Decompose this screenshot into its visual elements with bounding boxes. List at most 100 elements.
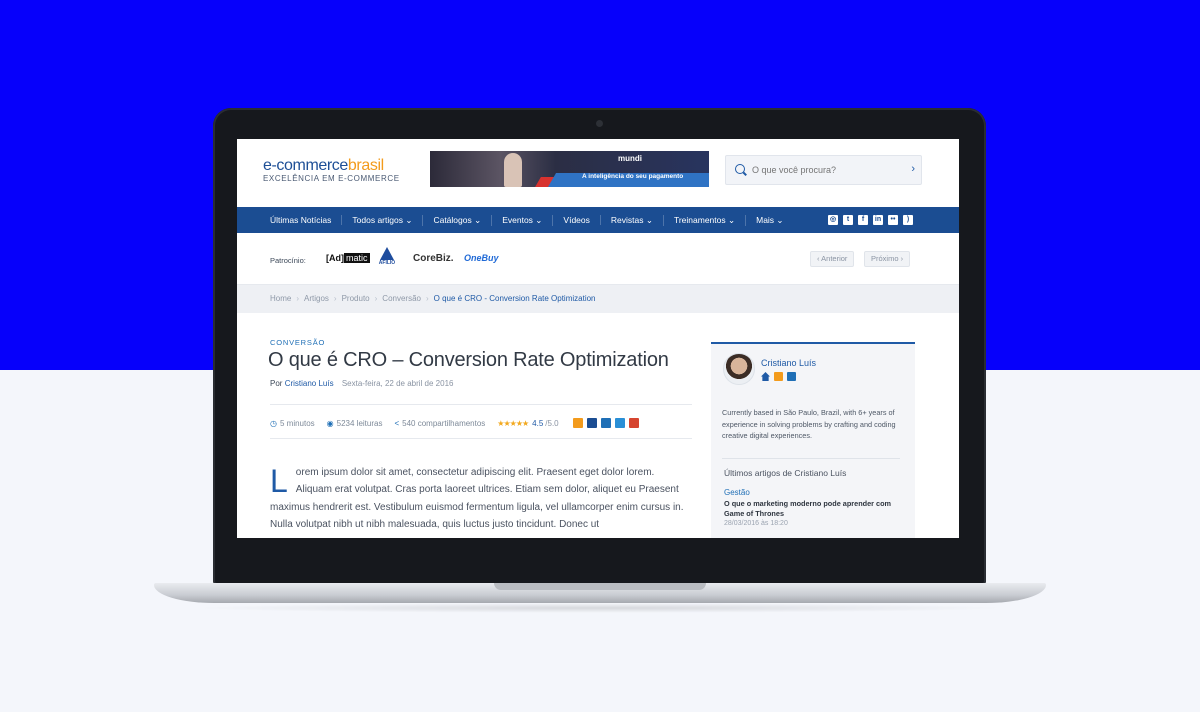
search-icon[interactable] xyxy=(735,164,745,174)
divider xyxy=(270,438,692,439)
latest-article-date: 28/03/2016 às 18:20 xyxy=(724,520,788,527)
facebook-icon[interactable]: f xyxy=(858,215,868,225)
linkedin-icon[interactable] xyxy=(787,372,796,381)
logo-tagline: EXCELÊNCIA EM E-COMMERCE xyxy=(263,174,400,183)
byline-prefix: Por xyxy=(270,379,283,388)
article-byline: Por Cristiano Luís Sexta-feira, 22 de ab… xyxy=(270,379,453,388)
logo-main-text: e-commerce xyxy=(263,157,348,174)
latest-article-category[interactable]: Gestão xyxy=(724,488,750,497)
breadcrumb-separator-icon: › xyxy=(425,294,429,303)
sponsor-bar: Patrocínio: [Ad] matic AFILIO CoreBiz. On… xyxy=(237,233,959,285)
read-time: ◷ 5 minutos xyxy=(270,419,315,428)
sponsor-corebiz[interactable]: CoreBiz. xyxy=(413,253,454,264)
read-count-value: 5234 leituras xyxy=(336,418,383,428)
nav-item-catalogos[interactable]: Catálogos ⌄ xyxy=(423,214,493,226)
clock-icon: ◷ xyxy=(270,418,277,428)
share-count: <540 compartilhamentos xyxy=(394,419,485,428)
rating-max: /5.0 xyxy=(545,418,559,428)
admatic-logo-a: [Ad] xyxy=(326,253,344,263)
facebook-share-icon[interactable] xyxy=(586,418,597,428)
divider xyxy=(722,458,900,459)
email-icon[interactable] xyxy=(774,372,783,381)
browser-viewport: e-commercebrasil EXCELÊNCIA EM E-COMMERC… xyxy=(237,139,959,538)
linkedin-icon[interactable]: in xyxy=(873,215,883,225)
nav-item-todos-artigos[interactable]: Todos artigos ⌄ xyxy=(342,214,424,226)
article-title: O que é CRO – Conversion Rate Optimizati… xyxy=(268,349,669,371)
banner-photo xyxy=(504,153,522,187)
twitter-share-icon[interactable] xyxy=(614,418,625,428)
home-icon[interactable] xyxy=(761,372,770,381)
latest-article-title[interactable]: O que o marketing moderno pode aprender … xyxy=(724,499,904,518)
article-area: CONVERSÃO O que é CRO – Conversion Rate … xyxy=(237,313,959,538)
breadcrumb-produto[interactable]: Produto xyxy=(342,294,370,303)
breadcrumb-separator-icon: › xyxy=(296,294,300,303)
nav-item-videos[interactable]: Vídeos xyxy=(553,215,601,225)
social-links: ◎ t f in •• ) xyxy=(828,215,913,225)
drop-cap: L xyxy=(270,463,288,499)
instagram-icon[interactable]: ◎ xyxy=(828,215,838,225)
twitter-icon[interactable]: t xyxy=(843,215,853,225)
article-body: Lorem ipsum dolor sit amet, consectetur … xyxy=(270,464,692,533)
share-icon: < xyxy=(394,418,400,428)
main-nav: Últimas Notícias Todos artigos ⌄ Catálog… xyxy=(237,207,959,233)
google-plus-share-icon[interactable] xyxy=(628,418,639,428)
previous-button[interactable]: ‹ Anterior xyxy=(810,251,855,267)
search-box[interactable]: › xyxy=(725,155,922,185)
rating-value: 4.5 xyxy=(532,418,544,428)
laptop-shadow xyxy=(190,603,1010,613)
nav-item-eventos[interactable]: Eventos ⌄ xyxy=(492,214,554,226)
author-link[interactable]: Cristiano Luís xyxy=(285,379,334,388)
ad-banner[interactable]: mundi A inteligência do seu pagamento xyxy=(430,151,709,187)
rss-icon[interactable]: ) xyxy=(903,215,913,225)
laptop-notch xyxy=(494,583,706,590)
email-share-icon[interactable] xyxy=(572,418,583,428)
banner-tagline: A inteligência do seu pagamento xyxy=(582,173,684,180)
nav-menu: Últimas Notícias Todos artigos ⌄ Catálog… xyxy=(262,207,794,233)
share-buttons xyxy=(572,418,639,428)
breadcrumb-separator-icon: › xyxy=(374,294,378,303)
camera-icon xyxy=(596,120,603,127)
article-meta: ◷ 5 minutos ◉ 5234 leituras <540 compartil… xyxy=(270,418,639,428)
sponsor-onebuy[interactable]: OneBuy xyxy=(464,253,499,263)
site-logo[interactable]: e-commercebrasil EXCELÊNCIA EM E-COMMERC… xyxy=(263,157,400,183)
divider xyxy=(270,404,692,405)
rating-stars[interactable]: ★★★★★ xyxy=(497,419,529,428)
afilio-logo-text: AFILIO xyxy=(378,260,396,266)
afilio-logo-icon xyxy=(380,247,394,260)
nav-item-revistas[interactable]: Revistas ⌄ xyxy=(601,214,664,226)
sidebar-author-name[interactable]: Cristiano Luís xyxy=(761,358,816,368)
linkedin-share-icon[interactable] xyxy=(600,418,611,428)
article-category[interactable]: CONVERSÃO xyxy=(270,338,325,347)
banner-brand: mundi xyxy=(618,154,642,163)
flickr-icon[interactable]: •• xyxy=(888,215,898,225)
author-sidebar: Cristiano Luís Currently based in São Pa… xyxy=(711,342,915,538)
breadcrumb-artigos[interactable]: Artigos xyxy=(304,294,329,303)
breadcrumb-home[interactable]: Home xyxy=(270,294,291,303)
read-time-value: 5 minutos xyxy=(279,418,315,428)
author-bio: Currently based in São Paulo, Brazil, wi… xyxy=(722,408,896,440)
search-input[interactable] xyxy=(752,162,892,178)
next-button[interactable]: Próximo › xyxy=(864,251,911,267)
author-links xyxy=(761,372,796,381)
eye-icon: ◉ xyxy=(326,418,334,428)
admatic-logo-b: matic xyxy=(344,253,370,263)
read-count: ◉ 5234 leituras xyxy=(327,419,383,428)
article-date: Sexta-feira, 22 de abril de 2016 xyxy=(341,379,454,388)
breadcrumb: Home › Artigos › Produto › Conversão › O… xyxy=(237,285,959,313)
logo-accent-text: brasil xyxy=(347,157,384,174)
article-body-text: orem ipsum dolor sit amet, consectetur a… xyxy=(270,467,684,530)
breadcrumb-separator-icon: › xyxy=(333,294,337,303)
nav-item-mais[interactable]: Mais ⌄ xyxy=(746,215,793,226)
latest-articles-heading: Últimos artigos de Cristiano Luís xyxy=(724,468,847,478)
nav-item-ultimas-noticias[interactable]: Últimas Notícias xyxy=(262,215,343,225)
breadcrumb-current[interactable]: O que é CRO - Conversion Rate Optimizati… xyxy=(434,294,596,303)
breadcrumb-conversao[interactable]: Conversão xyxy=(382,294,421,303)
nav-item-treinamentos[interactable]: Treinamentos ⌄ xyxy=(664,214,747,226)
sponsor-afilio[interactable]: AFILIO xyxy=(377,247,397,266)
site-header: e-commercebrasil EXCELÊNCIA EM E-COMMERC… xyxy=(237,139,959,207)
chevron-right-icon[interactable]: › xyxy=(911,163,915,175)
sponsor-label: Patrocínio: xyxy=(270,256,306,265)
sponsor-admatic[interactable]: [Ad] matic xyxy=(326,253,370,263)
share-count-value: 540 compartilhamentos xyxy=(402,418,486,428)
avatar[interactable] xyxy=(723,353,755,385)
